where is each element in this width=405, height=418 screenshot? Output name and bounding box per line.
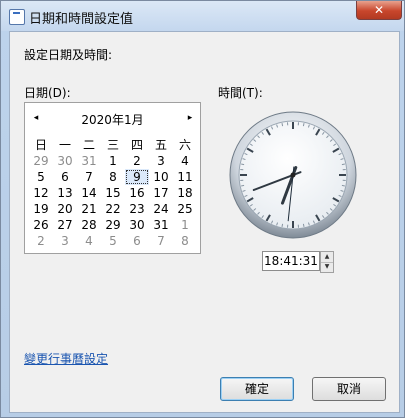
calendar-day[interactable]: 3 (53, 233, 77, 249)
calendar-day[interactable]: 29 (101, 217, 125, 233)
calendar-month-label[interactable]: 2020年1月 (25, 111, 200, 128)
calendar-day[interactable]: 23 (125, 201, 149, 217)
window-title: 日期和時間設定值 (29, 12, 134, 27)
calendar-day[interactable]: 2 (29, 233, 53, 249)
dialog-content: 設定日期及時間: 日期(D): 時間(T): ◂ 2020年1月 ▸ 日一二三四… (9, 31, 400, 413)
set-date-time-heading: 設定日期及時間: (24, 48, 113, 62)
calendar-day-selected[interactable]: 9 (125, 169, 149, 185)
calendar-day[interactable]: 7 (149, 233, 173, 249)
calendar-day[interactable]: 7 (77, 169, 101, 185)
calendar-grid: 日一二三四五六 29 30 31 1 2 3 4 5 6 7 8 9 10 11 12 13 14 15 16 17 18… (29, 137, 197, 249)
calendar-day[interactable]: 8 (101, 169, 125, 185)
time-label: 時間(T): (218, 86, 263, 100)
weekday-header: 四 (130, 138, 143, 152)
calendar-day[interactable]: 8 (173, 233, 197, 249)
clock-minute-tick (341, 184, 345, 187)
calendar-day[interactable]: 5 (101, 233, 125, 249)
date-label: 日期(D): (24, 86, 71, 100)
weekday-header: 日 (34, 138, 47, 152)
clock-minute-tick (281, 123, 284, 127)
weekday-header: 三 (106, 138, 119, 152)
calendar-day[interactable]: 19 (29, 201, 53, 217)
calendar-day[interactable]: 11 (173, 169, 197, 185)
date-time-dialog: 日期和時間設定值 ✕ 設定日期及時間: 日期(D): 時間(T): ◂ 2020… (0, 0, 405, 418)
clock-center (290, 172, 296, 178)
time-spinner: ▲ ▼ (320, 251, 334, 273)
calendar-day[interactable]: 5 (29, 169, 53, 185)
calendar-day[interactable]: 30 (125, 217, 149, 233)
clock-minute-tick (281, 223, 284, 227)
ok-button[interactable]: 確定 (220, 377, 294, 401)
calendar-day[interactable]: 20 (53, 201, 77, 217)
calendar-day[interactable]: 17 (149, 185, 173, 201)
calendar-day[interactable]: 18 (173, 185, 197, 201)
clock-minute-tick (241, 163, 245, 166)
calendar-day[interactable]: 3 (149, 153, 173, 169)
calendar-day[interactable]: 14 (77, 185, 101, 201)
clock-face (229, 111, 357, 239)
calendar-day[interactable]: 25 (173, 201, 197, 217)
cancel-button[interactable]: 取消 (312, 377, 386, 401)
calendar-day[interactable]: 1 (173, 217, 197, 233)
calendar-day[interactable]: 28 (77, 217, 101, 233)
calendar-day[interactable]: 4 (173, 153, 197, 169)
calendar-day[interactable]: 24 (149, 201, 173, 217)
calendar-day[interactable]: 16 (125, 185, 149, 201)
change-calendar-settings-link[interactable]: 變更行事曆設定 (24, 350, 108, 367)
calendar-day[interactable]: 21 (77, 201, 101, 217)
weekday-header: 二 (82, 138, 95, 152)
clock-minute-tick (341, 163, 345, 166)
calendar-icon (9, 9, 25, 25)
weekday-header: 六 (178, 138, 191, 152)
calendar-day[interactable]: 26 (29, 217, 53, 233)
weekday-header: 一 (58, 138, 71, 152)
calendar-day[interactable]: 12 (29, 185, 53, 201)
next-month-button[interactable]: ▸ (185, 113, 195, 123)
weekday-header: 五 (154, 138, 167, 152)
calendar-day[interactable]: 31 (77, 153, 101, 169)
calendar-day[interactable]: 2 (125, 153, 149, 169)
decrement-time-button[interactable]: ▼ (321, 262, 333, 272)
close-button[interactable]: ✕ (356, 1, 402, 20)
calendar-day[interactable]: 1 (101, 153, 125, 169)
calendar-day[interactable]: 13 (53, 185, 77, 201)
time-input[interactable]: 18:41:31 (262, 251, 320, 271)
analog-clock (228, 110, 358, 240)
calendar-day[interactable]: 15 (101, 185, 125, 201)
clock-minute-tick (302, 223, 305, 227)
calendar-day[interactable]: 10 (149, 169, 173, 185)
clock-minute-tick (302, 123, 305, 127)
calendar-day[interactable]: 6 (53, 169, 77, 185)
calendar: ◂ 2020年1月 ▸ 日一二三四五六 29 30 31 1 2 3 4 5 6 7 8 9 10 11 12… (24, 102, 201, 254)
calendar-day[interactable]: 29 (29, 153, 53, 169)
calendar-day[interactable]: 31 (149, 217, 173, 233)
calendar-day[interactable]: 27 (53, 217, 77, 233)
calendar-day[interactable]: 30 (53, 153, 77, 169)
clock-minute-tick (241, 184, 245, 187)
calendar-day[interactable]: 6 (125, 233, 149, 249)
calendar-day[interactable]: 22 (101, 201, 125, 217)
title-bar: 日期和時間設定值 ✕ (1, 1, 404, 31)
calendar-day[interactable]: 4 (77, 233, 101, 249)
